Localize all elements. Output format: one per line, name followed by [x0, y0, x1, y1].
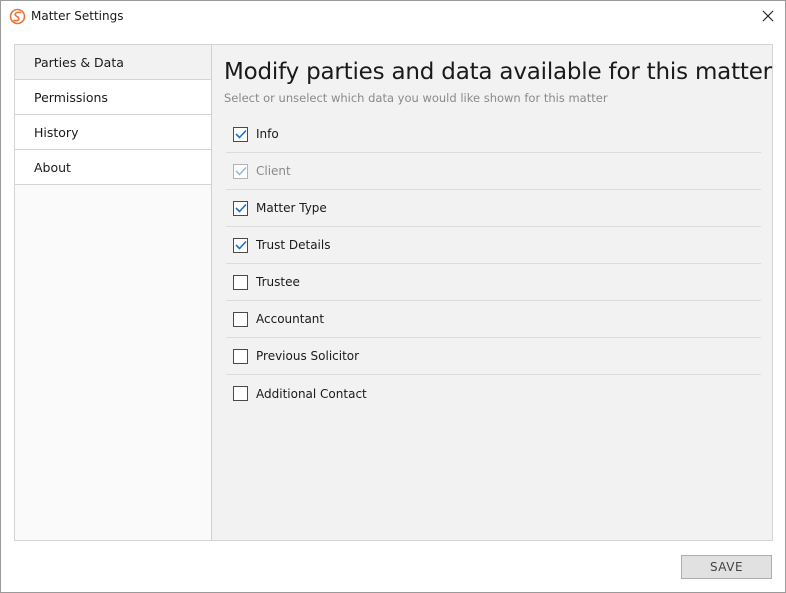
- info-checkbox[interactable]: [233, 126, 248, 142]
- sidebar-item-label: Parties & Data: [34, 54, 124, 70]
- page-subtitle: Select or unselect which data you would …: [224, 91, 608, 105]
- close-button[interactable]: [751, 1, 785, 31]
- matter-type-checkbox[interactable]: [233, 200, 248, 216]
- data-options-list: Info Client Matter Type Trust Details Tr…: [226, 116, 761, 412]
- option-matter-type[interactable]: Matter Type: [226, 190, 761, 227]
- trustee-checkbox[interactable]: [233, 274, 248, 290]
- trust-details-checkbox[interactable]: [233, 237, 248, 253]
- option-label: Trustee: [256, 275, 300, 289]
- sidebar-item-about[interactable]: About: [15, 150, 211, 185]
- checkmark-icon: [234, 166, 247, 176]
- window-title: Matter Settings: [31, 9, 124, 23]
- sidebar-item-history[interactable]: History: [15, 115, 211, 150]
- client-checkbox: [233, 163, 248, 179]
- settings-panel: Parties & Data Permissions History About…: [14, 44, 773, 541]
- sidebar-item-permissions[interactable]: Permissions: [15, 80, 211, 115]
- app-logo-icon: [9, 8, 26, 25]
- option-label: Previous Solicitor: [256, 349, 360, 363]
- option-label: Matter Type: [256, 201, 327, 215]
- checkmark-icon: [234, 240, 247, 250]
- additional-contact-checkbox[interactable]: [233, 386, 248, 401]
- option-label: Client: [256, 164, 291, 178]
- page-title: Modify parties and data available for th…: [224, 59, 772, 85]
- checkmark-icon: [234, 203, 247, 213]
- main-content: Modify parties and data available for th…: [213, 45, 772, 540]
- sidebar-nav: Parties & Data Permissions History About: [15, 45, 212, 540]
- sidebar-item-label: History: [34, 124, 79, 140]
- accountant-checkbox[interactable]: [233, 311, 248, 327]
- option-additional-contact[interactable]: Additional Contact: [226, 375, 761, 412]
- option-info[interactable]: Info: [226, 116, 761, 153]
- sidebar-item-label: About: [34, 159, 71, 175]
- sidebar-item-parties-data[interactable]: Parties & Data: [15, 45, 211, 80]
- sidebar-item-label: Permissions: [34, 89, 108, 105]
- option-label: Trust Details: [256, 238, 331, 252]
- close-icon: [762, 10, 774, 22]
- save-button[interactable]: SAVE: [681, 555, 772, 579]
- option-label: Additional Contact: [256, 386, 367, 401]
- option-client: Client: [226, 153, 761, 190]
- option-previous-solicitor[interactable]: Previous Solicitor: [226, 338, 761, 375]
- option-trustee[interactable]: Trustee: [226, 264, 761, 301]
- option-trust-details[interactable]: Trust Details: [226, 227, 761, 264]
- title-bar: Matter Settings: [1, 1, 785, 32]
- matter-settings-window: Matter Settings Parties & Data Permissio…: [0, 0, 786, 593]
- previous-solicitor-checkbox[interactable]: [233, 348, 248, 364]
- option-label: Accountant: [256, 312, 325, 326]
- option-accountant[interactable]: Accountant: [226, 301, 761, 338]
- checkmark-icon: [234, 129, 247, 139]
- option-label: Info: [256, 127, 279, 141]
